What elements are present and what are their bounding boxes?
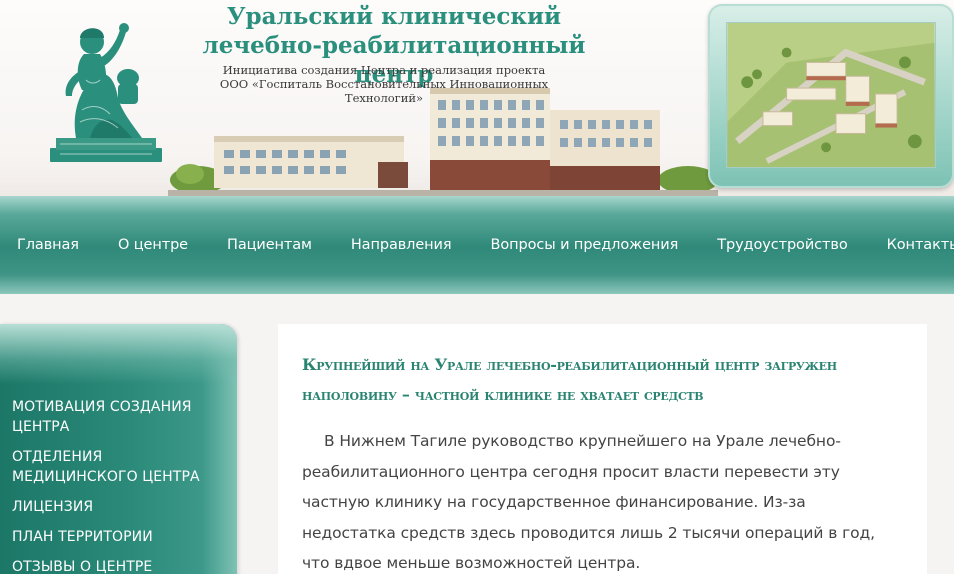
main-nav: Главная О центре Пациентам Направления В…: [0, 196, 954, 294]
sidebar: Мотивация создания центра Отделения меди…: [0, 324, 237, 574]
nav-item-contacts[interactable]: Контакты: [887, 237, 954, 253]
site-title-line1: Уральский клинический: [226, 3, 562, 30]
aerial-campus-image[interactable]: [726, 22, 936, 168]
sidebar-item-reviews[interactable]: Отзывы о центре: [12, 557, 232, 574]
site-header: Уральский клинический лечебно-реабилитац…: [0, 0, 954, 196]
sidebar-item-motivation[interactable]: Мотивация создания центра: [12, 397, 232, 437]
nav-item-directions[interactable]: Направления: [351, 237, 452, 253]
statue-logo[interactable]: [46, 20, 170, 166]
nav-item-jobs[interactable]: Трудоустройство: [717, 237, 847, 253]
article-body: В Нижнем Тагиле руководство крупнейшего …: [302, 432, 875, 572]
nav-item-home[interactable]: Главная: [17, 237, 79, 253]
site-subtitle-line1: Инициатива создания Центра и реализация …: [222, 63, 546, 77]
sidebar-item-departments[interactable]: Отделения медицинского центра: [12, 447, 232, 487]
hospital-building-image: [168, 88, 718, 196]
article-content: Крупнейший на Урале лечебно-реабилитацио…: [278, 324, 927, 574]
sidebar-item-license[interactable]: Лицензия: [12, 497, 232, 517]
nav-item-patients[interactable]: Пациентам: [227, 237, 312, 253]
nav-item-about[interactable]: О центре: [118, 237, 188, 253]
sidebar-item-territory-plan[interactable]: План территории: [12, 527, 232, 547]
sidebar-menu: Мотивация создания центра Отделения меди…: [12, 397, 232, 574]
nav-item-questions[interactable]: Вопросы и предложения: [491, 237, 679, 253]
article-title[interactable]: Крупнейший на Урале лечебно-реабилитацио…: [302, 350, 902, 410]
